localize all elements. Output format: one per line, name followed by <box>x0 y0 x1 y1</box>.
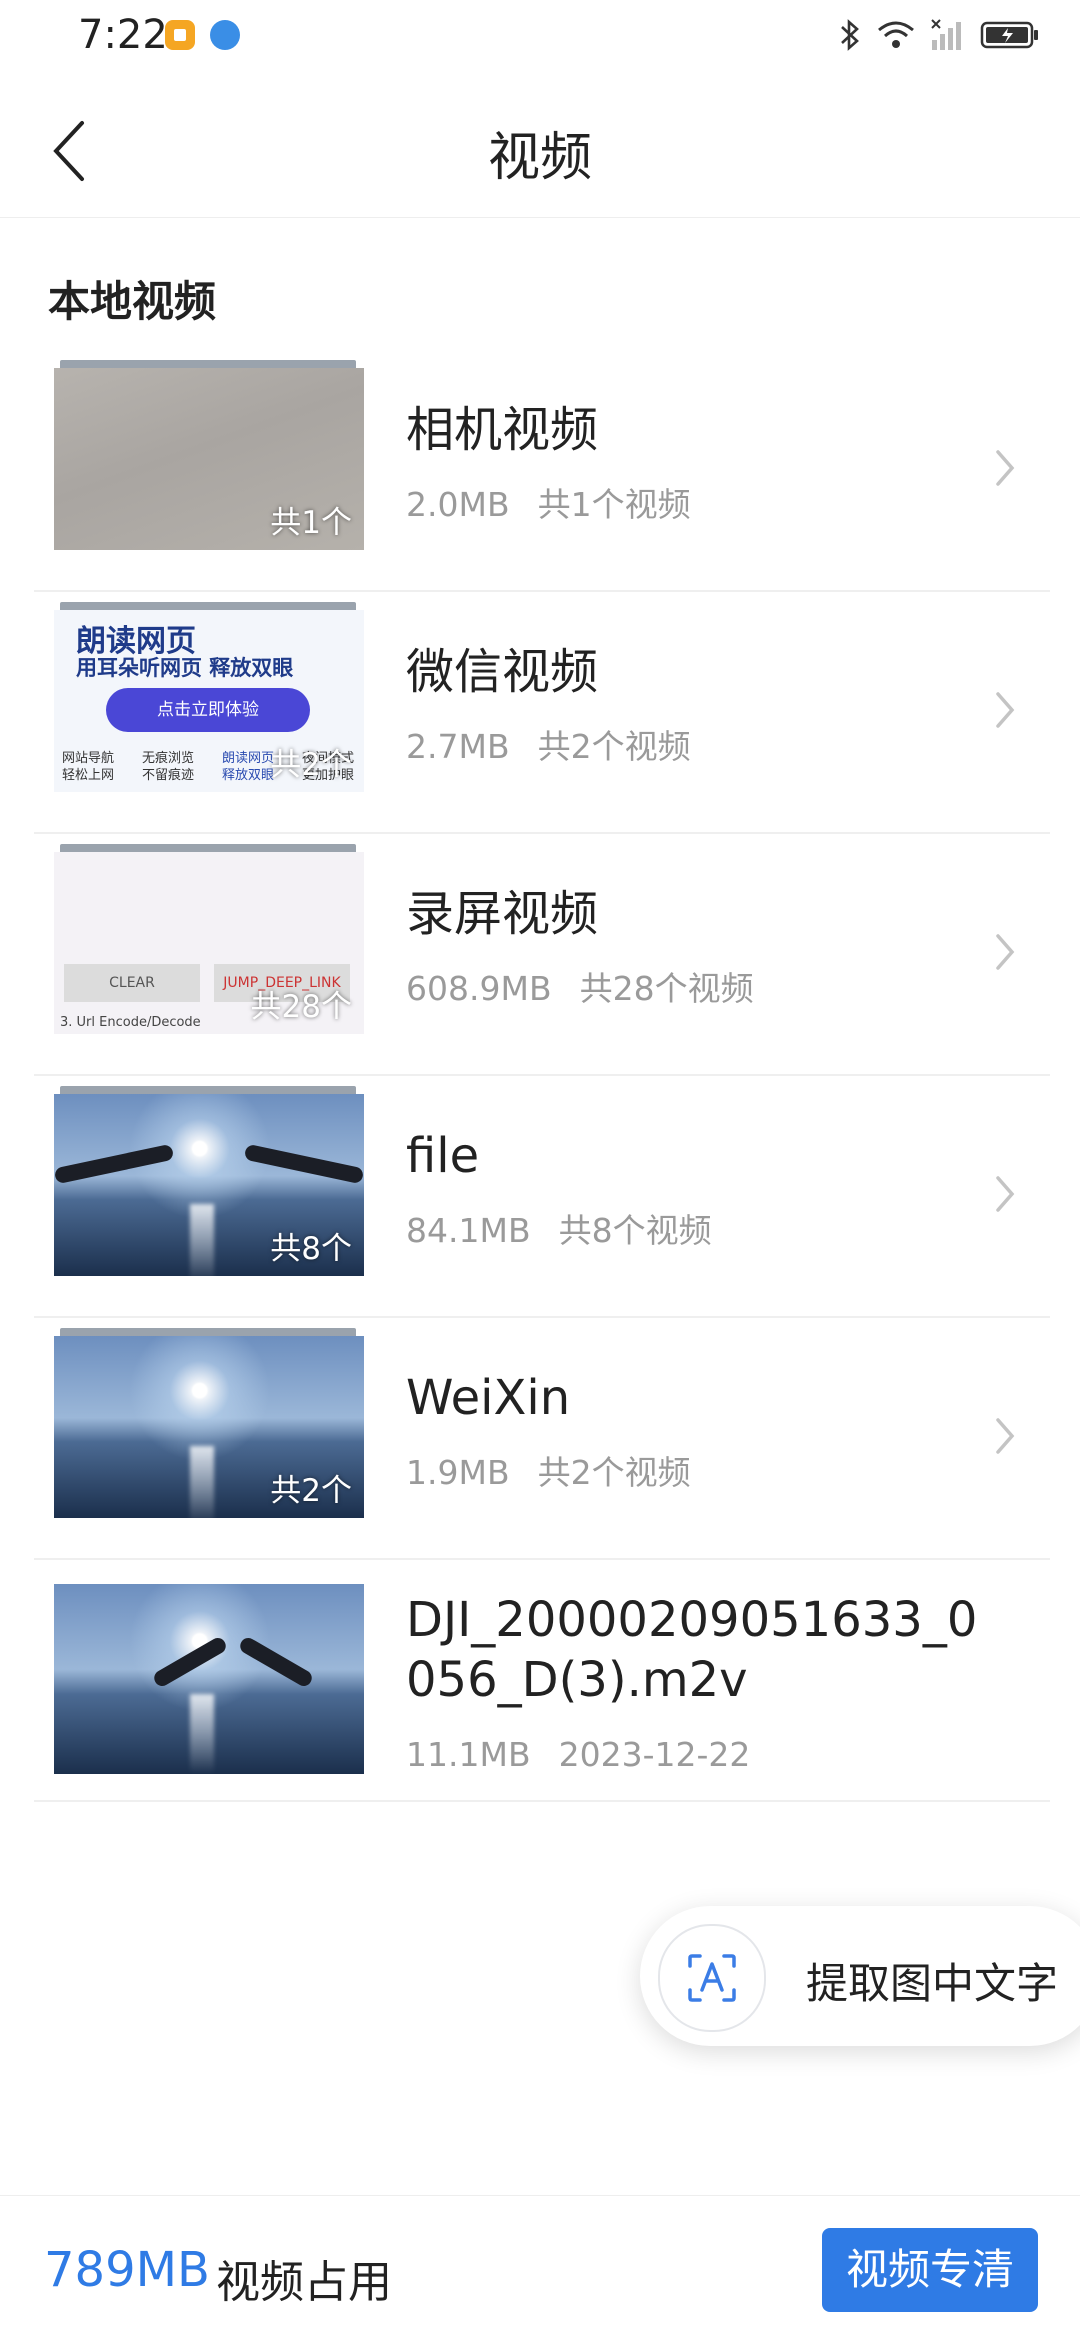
list-item-camera-videos[interactable]: 共1个 相机视频 2.0MB 共1个视频 <box>34 350 1050 592</box>
chevron-right-icon <box>996 1176 1015 1212</box>
folder-size: 2.7MB <box>406 727 510 766</box>
thumbnail-detail <box>243 1143 364 1185</box>
folder-size: 608.9MB <box>406 969 552 1008</box>
folder-count: 共28个视频 <box>579 969 754 1008</box>
folder-size: 84.1MB <box>406 1211 531 1250</box>
notification-app-icon <box>165 20 195 50</box>
folder-thumbnail: 共2个 <box>54 1328 364 1518</box>
thumbnail-count: 共8个 <box>270 1231 352 1267</box>
folder-meta: 84.1MB 共8个视频 <box>406 1204 712 1252</box>
thumbnail-text: 网站导航 轻松上网 <box>62 751 115 783</box>
folder-thumbnail: 共8个 <box>54 1086 364 1276</box>
storage-usage-value: 789MB <box>44 2242 210 2298</box>
top-app-bar: 视频 <box>0 75 1080 218</box>
thumbnail-text: 点击立即体验 <box>106 688 310 732</box>
chevron-right-icon <box>996 450 1015 486</box>
folder-name: 微信视频 <box>406 644 599 700</box>
wifi-icon <box>876 19 916 51</box>
thumbnail-text: 3. Url Encode/Decode <box>60 1015 201 1030</box>
status-icons <box>838 18 1040 52</box>
bluetooth-icon <box>838 18 862 52</box>
folder-name: WeiXin <box>406 1370 571 1426</box>
thumbnail-text: 无痕浏览 不留痕迹 <box>142 751 195 783</box>
notification-browser-icon <box>210 20 240 50</box>
list-item-file-folder[interactable]: 共8个 file 84.1MB 共8个视频 <box>34 1076 1050 1318</box>
video-folder-list: 共1个 相机视频 2.0MB 共1个视频 朗读网页 用耳朵听网页 释放双眼 点击立… <box>34 350 1050 1802</box>
list-item-weixin-folder[interactable]: 共2个 WeiXin 1.9MB 共2个视频 <box>34 1318 1050 1560</box>
folder-thumbnail: CLEAR JUMP_DEEP_LINK 3. Url Encode/Decod… <box>54 844 364 1034</box>
signal-icon <box>930 18 966 52</box>
thumbnail-image: 共8个 <box>54 1094 364 1276</box>
stack-edge <box>60 844 356 852</box>
stack-edge <box>60 602 356 610</box>
file-size: 11.1MB <box>406 1735 531 1774</box>
chevron-right-icon <box>996 1418 1015 1454</box>
status-bar: 7:22 <box>0 0 1080 75</box>
stack-edge <box>60 360 356 368</box>
stack-edge <box>60 1328 356 1336</box>
folder-count: 共2个视频 <box>537 727 691 766</box>
folder-name: 录屏视频 <box>406 886 599 942</box>
folder-meta: 2.7MB 共2个视频 <box>406 720 691 768</box>
thumbnail-count: 共28个 <box>250 989 352 1025</box>
thumbnail-detail <box>190 1446 214 1518</box>
folder-meta: 608.9MB 共28个视频 <box>406 962 754 1010</box>
thumbnail-detail <box>190 1694 214 1774</box>
extract-text-label: 提取图中文字 <box>806 1959 1059 2008</box>
folder-name: 相机视频 <box>406 402 599 458</box>
folder-thumbnail: 共1个 <box>54 360 364 550</box>
video-thumbnail <box>54 1570 364 1774</box>
thumbnail-count: 共2个 <box>270 747 352 783</box>
file-name: DJI_20000209051633_0056_D(3).m2v <box>406 1592 978 1708</box>
list-item-wechat-videos[interactable]: 朗读网页 用耳朵听网页 释放双眼 点击立即体验 网站导航 轻松上网 无痕浏览 不… <box>34 592 1050 834</box>
file-date: 2023-12-22 <box>558 1735 751 1774</box>
text-scan-icon <box>688 1954 736 2002</box>
folder-count: 共1个视频 <box>537 485 691 524</box>
list-item-screen-recordings[interactable]: CLEAR JUMP_DEEP_LINK 3. Url Encode/Decod… <box>34 834 1050 1076</box>
thumbnail-image: CLEAR JUMP_DEEP_LINK 3. Url Encode/Decod… <box>54 852 364 1034</box>
folder-name: file <box>406 1128 480 1184</box>
page-title: 视频 <box>487 128 592 188</box>
status-time: 7:22 <box>78 12 168 58</box>
video-cleanup-button[interactable]: 视频专清 <box>822 2228 1038 2312</box>
extract-text-button[interactable]: 提取图中文字 <box>640 1906 1080 2046</box>
chevron-right-icon <box>996 692 1015 728</box>
section-heading: 本地视频 <box>48 277 217 326</box>
thumbnail-text: CLEAR <box>64 964 200 1002</box>
thumbnail-count: 共1个 <box>270 505 352 541</box>
folder-meta: 1.9MB 共2个视频 <box>406 1446 691 1494</box>
thumbnail-image <box>54 1584 364 1774</box>
thumbnail-detail <box>54 1143 175 1185</box>
thumbnail-image: 共2个 <box>54 1336 364 1518</box>
thumbnail-text: 用耳朵听网页 释放双眼 <box>76 656 294 680</box>
thumbnail-count: 共2个 <box>270 1473 352 1509</box>
thumbnail-detail <box>151 1635 229 1689</box>
thumbnail-detail <box>237 1635 315 1689</box>
battery-icon <box>980 20 1040 50</box>
folder-size: 1.9MB <box>406 1453 510 1492</box>
stack-edge <box>60 1086 356 1094</box>
file-meta: 11.1MB 2023-12-22 <box>406 1735 750 1774</box>
folder-count: 共2个视频 <box>537 1453 691 1492</box>
folder-meta: 2.0MB 共1个视频 <box>406 478 691 526</box>
folder-thumbnail: 朗读网页 用耳朵听网页 释放双眼 点击立即体验 网站导航 轻松上网 无痕浏览 不… <box>54 602 364 792</box>
list-item-video-file[interactable]: DJI_20000209051633_0056_D(3).m2v 11.1MB 2… <box>34 1560 1050 1802</box>
thumbnail-image: 共1个 <box>54 368 364 550</box>
chevron-right-icon <box>996 934 1015 970</box>
folder-count: 共8个视频 <box>558 1211 712 1250</box>
thumbnail-detail <box>190 1204 214 1276</box>
bottom-bar: 789MB 视频占用 视频专清 <box>0 2195 1080 2341</box>
folder-size: 2.0MB <box>406 485 510 524</box>
thumbnail-image: 朗读网页 用耳朵听网页 释放双眼 点击立即体验 网站导航 轻松上网 无痕浏览 不… <box>54 610 364 792</box>
text-scan-icon-wrap <box>658 1924 766 2032</box>
storage-usage-label: 视频占用 <box>216 2257 392 2308</box>
